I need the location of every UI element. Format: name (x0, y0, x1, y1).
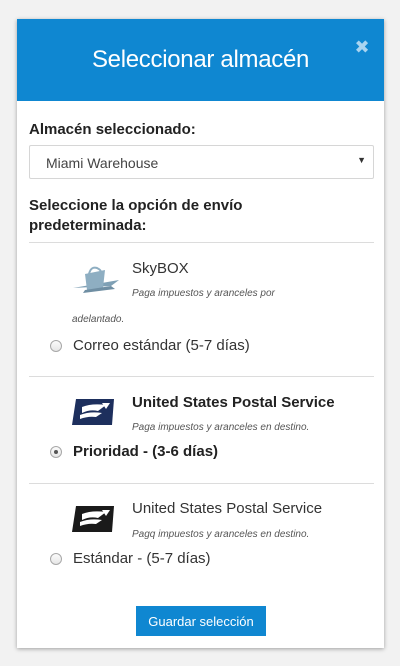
divider (29, 376, 374, 377)
carrier-note-continued: adelantado. (72, 314, 125, 325)
service-label: Correo estándar (5-7 días) (73, 337, 250, 354)
close-icon[interactable]: ✖ (354, 38, 370, 56)
service-label: Estándar - (5-7 días) (73, 550, 211, 567)
carrier-name: United States Postal Service (132, 394, 335, 411)
radio-button[interactable] (50, 552, 62, 565)
usps-eagle-icon (72, 399, 114, 425)
warehouse-modal: Seleccionar almacén ✖ Almacén selecciona… (17, 19, 384, 648)
save-selection-button[interactable]: Guardar selección (136, 606, 266, 636)
service-label: Prioridad - (3-6 días) (73, 443, 219, 460)
carrier-name: SkyBOX (132, 260, 189, 277)
shipping-label: Seleccione la opción de envío predetermi… (29, 197, 243, 234)
radio-button[interactable] (50, 339, 62, 352)
shipping-option-usps-priority[interactable]: Prioridad - (3-6 días) (50, 443, 218, 460)
divider (29, 483, 374, 484)
warehouse-label: Almacén seleccionado: (29, 121, 196, 138)
radio-button-checked[interactable] (50, 445, 62, 458)
usps-eagle-icon (72, 506, 114, 532)
carrier-note: Paga impuestos y aranceles por (132, 288, 275, 299)
modal-title: Seleccionar almacén (91, 46, 310, 73)
carrier-note: Pagq impuestos y aranceles en destino. (132, 529, 310, 540)
shipping-option-skybox-standard[interactable]: Correo estándar (5-7 días) (50, 337, 250, 354)
warehouse-select-value: Miami Warehouse (46, 155, 159, 171)
divider (29, 242, 374, 243)
skybox-logo-icon (73, 266, 119, 293)
chevron-down-icon: ▼ (357, 155, 366, 165)
carrier-name: United States Postal Service (132, 500, 323, 517)
modal-header: Seleccionar almacén ✖ (17, 19, 384, 101)
carrier-note: Paga impuestos y aranceles en destino. (132, 422, 310, 433)
warehouse-select[interactable]: Miami Warehouse ▼ (29, 145, 374, 179)
shipping-option-usps-standard[interactable]: Estándar - (5-7 días) (50, 550, 211, 567)
